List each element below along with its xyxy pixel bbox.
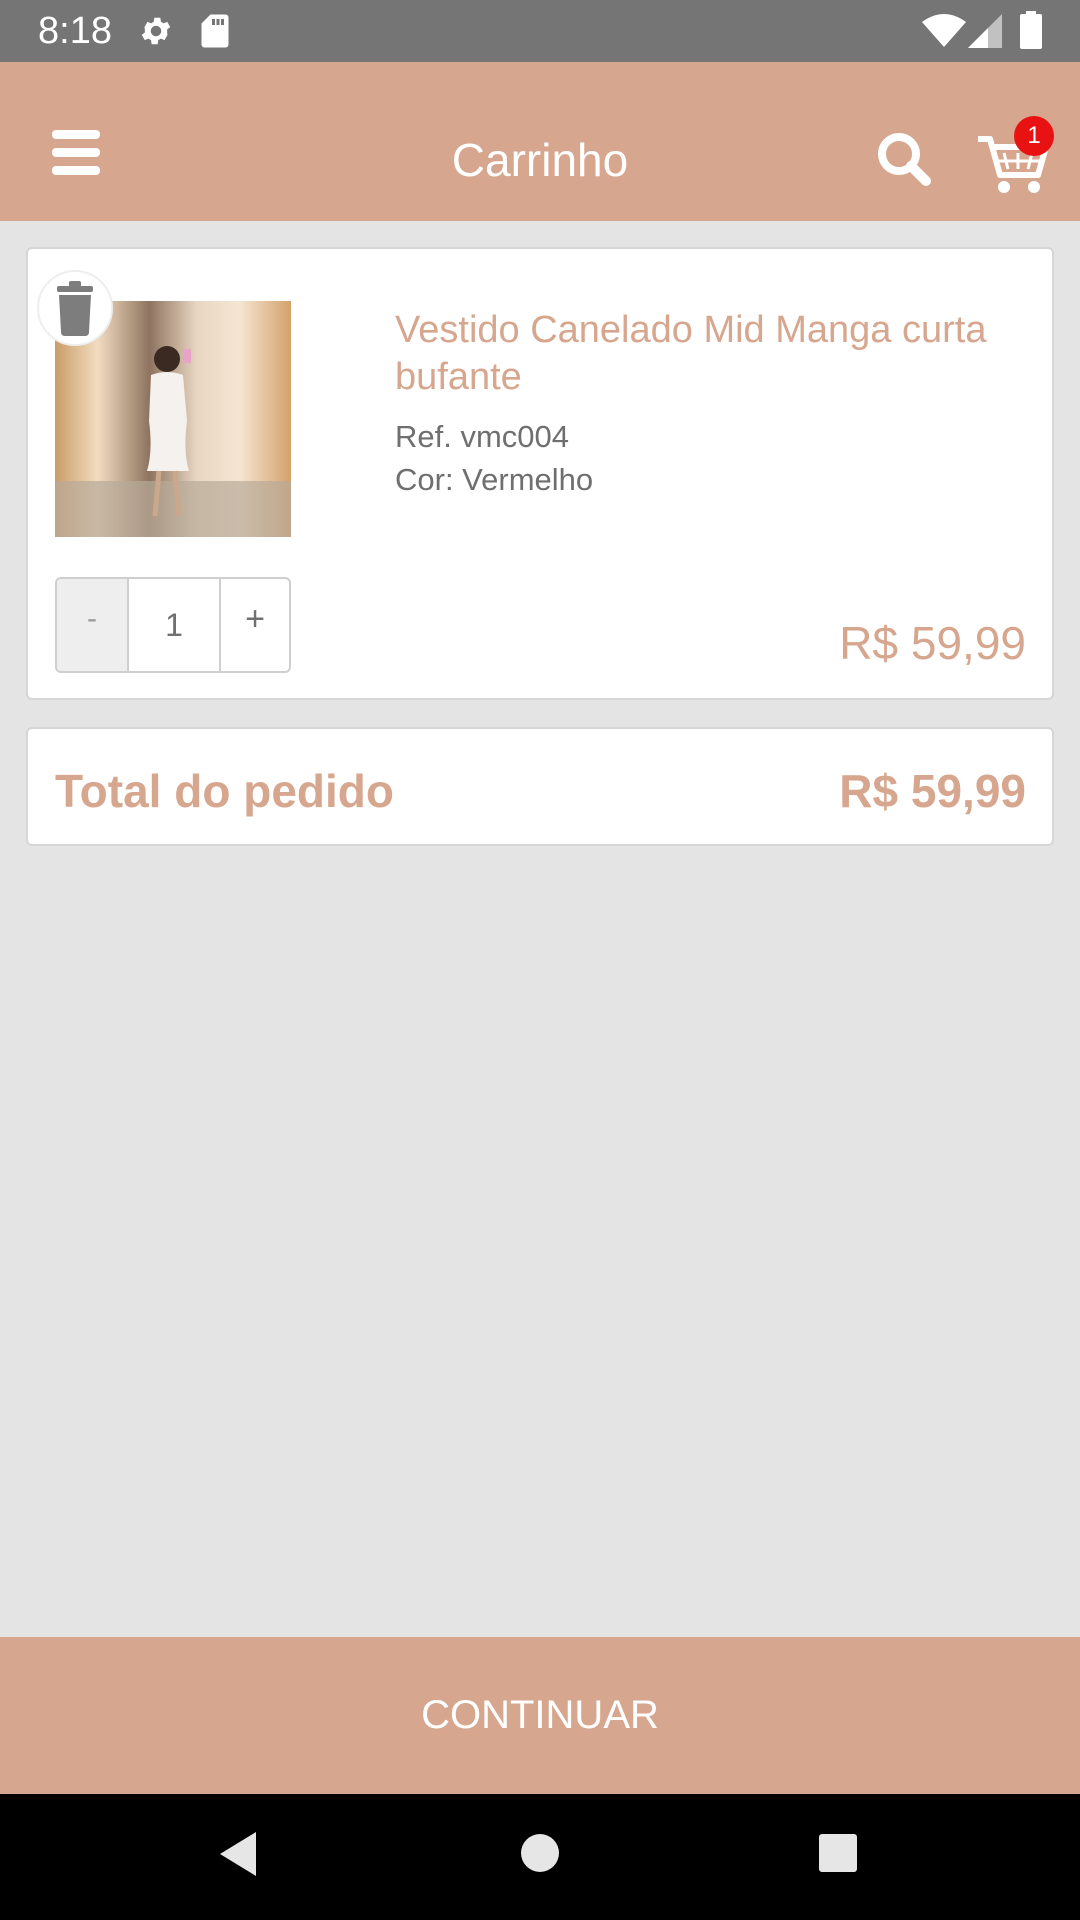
recents-icon[interactable]	[817, 1832, 859, 1874]
cart-screen: 8:18 Carrinho 1 Vestido Canelado Mid Man…	[0, 0, 1080, 1920]
continue-button[interactable]: CONTINUAR	[0, 1637, 1080, 1794]
app-bar: Carrinho 1	[0, 62, 1080, 221]
cart-count-badge: 1	[1014, 116, 1054, 156]
status-time: 8:18	[38, 10, 112, 52]
battery-icon	[1020, 11, 1042, 49]
product-name[interactable]: Vestido Canelado Mid Manga curta bufante	[395, 307, 1035, 401]
cart-item-card: Vestido Canelado Mid Manga curta bufante…	[26, 247, 1054, 700]
order-total-card: Total do pedido R$ 59,99	[26, 727, 1054, 846]
quantity-decrease-button[interactable]: -	[57, 579, 129, 671]
home-icon[interactable]	[519, 1832, 561, 1874]
back-icon[interactable]	[216, 1830, 260, 1878]
item-price: R$ 59,99	[839, 617, 1026, 669]
search-icon[interactable]	[874, 129, 934, 189]
trash-icon	[57, 281, 93, 336]
product-ref: Ref. vmc004	[395, 419, 570, 454]
quantity-stepper: - 1 +	[55, 577, 291, 673]
settings-icon	[141, 17, 171, 45]
sd-card-icon	[201, 14, 229, 48]
navigation-bar	[0, 1794, 1080, 1920]
quantity-value[interactable]: 1	[129, 579, 221, 671]
quantity-increase-button[interactable]: +	[221, 579, 289, 671]
order-total-label: Total do pedido	[55, 765, 394, 817]
signal-icon	[968, 14, 1002, 48]
delete-item-button[interactable]	[37, 270, 113, 346]
wifi-icon	[922, 14, 966, 47]
product-color: Cor: Vermelho	[395, 462, 594, 497]
order-total-value: R$ 59,99	[839, 765, 1026, 817]
status-bar: 8:18	[0, 0, 1080, 62]
